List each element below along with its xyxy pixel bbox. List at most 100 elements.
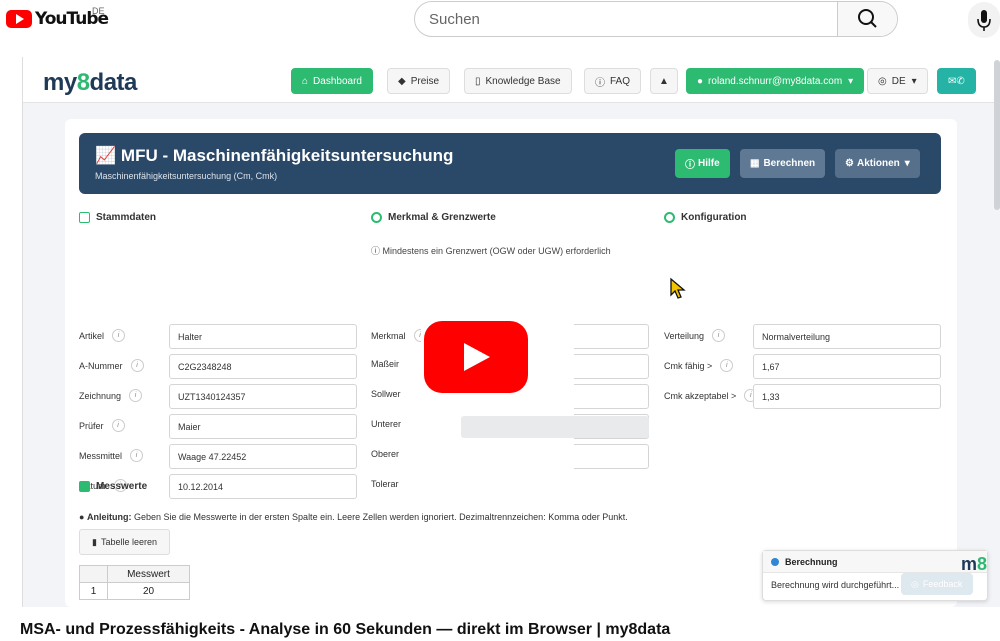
- contact-button[interactable]: ✉✆: [937, 68, 976, 94]
- messwerte-header: Messwerte: [79, 481, 147, 492]
- chart-icon: 📈: [95, 146, 117, 165]
- youtube-header: YouTube DE: [0, 0, 1000, 40]
- a-nummer-field[interactable]: C2G2348248: [169, 354, 357, 379]
- dashboard-label: Dashboard: [313, 75, 362, 87]
- sollwert-label: Sollwer: [371, 389, 401, 399]
- home-icon: ⌂: [302, 75, 309, 87]
- messwerte-table: Messwert 1 20: [79, 565, 190, 600]
- book-icon: ▯: [475, 75, 481, 87]
- info-icon[interactable]: i: [712, 329, 726, 342]
- hilfe-button[interactable]: ⓘ Hilfe: [675, 149, 730, 178]
- bell-icon: ▲: [659, 75, 669, 87]
- brand-eight: 8: [76, 69, 90, 96]
- language-button[interactable]: ◎ DE ▾: [867, 68, 928, 94]
- page-scrollbar[interactable]: [994, 60, 1000, 210]
- tabelle-leeren-label: Tabelle leeren: [100, 537, 157, 547]
- berechnen-button[interactable]: ▦ Berechnen: [740, 149, 826, 178]
- verteilung-label: Verteilung i: [664, 329, 726, 342]
- faq-label: FAQ: [610, 75, 631, 87]
- cmk-akzeptabel-label: Cmk akzeptabel > i: [664, 389, 758, 402]
- label-text: Zeichnung: [79, 390, 122, 401]
- label-text: Verteilung: [664, 330, 705, 341]
- pruefer-label: Prüfer i: [79, 419, 125, 432]
- messwert-cell[interactable]: 20: [107, 582, 190, 600]
- search-box: [414, 1, 898, 37]
- video-title[interactable]: MSA- und Prozessfähigkeits - Analyse in …: [20, 621, 670, 639]
- label-text: Merkmal: [371, 330, 406, 341]
- faq-button[interactable]: ⓘ FAQ: [584, 68, 642, 94]
- messwert-column-header: Messwert: [107, 565, 190, 583]
- knowledge-base-button[interactable]: ▯ Knowledge Base: [464, 68, 572, 94]
- info-icon[interactable]: i: [720, 359, 734, 372]
- konfiguration-title: Konfiguration: [681, 212, 747, 223]
- table-icon: [79, 481, 90, 492]
- mouse-cursor-icon: [670, 277, 686, 299]
- toast-title: Berechnung: [785, 556, 838, 567]
- help-icon: ⓘ: [685, 160, 695, 171]
- anleitung-text: ● Anleitung: Geben Sie die Messwerte in …: [79, 512, 628, 522]
- unterer-grenzwert-label: Unterer: [371, 419, 402, 429]
- cmk-akzeptabel-field[interactable]: 1,33: [753, 384, 941, 409]
- label-text: A-Nummer: [79, 360, 123, 371]
- info-icon[interactable]: i: [112, 329, 126, 342]
- gear-icon: ⚙: [845, 158, 854, 169]
- label-text: Messmittel: [79, 450, 123, 461]
- pruefer-field[interactable]: Maier: [169, 414, 357, 439]
- user-email: roland.schnurr@my8data.com: [708, 75, 843, 87]
- cmk-faehig-label: Cmk fähig > i: [664, 359, 734, 372]
- feedback-label: Feedback: [922, 579, 963, 589]
- zeichnung-field[interactable]: UZT1340124357: [169, 384, 357, 409]
- merkmal-hint-text: Mindestens ein Grenzwert (OGW oder UGW) …: [382, 246, 611, 256]
- merkmal-label: Merkmali: [371, 329, 427, 342]
- search-input[interactable]: [415, 2, 897, 36]
- aktionen-button[interactable]: ⚙ Aktionen ▾: [835, 149, 920, 178]
- feedback-button[interactable]: ◎ Feedback: [901, 573, 973, 595]
- label-text: Prüfer: [79, 420, 104, 431]
- toleranz-label: Tolerar: [371, 479, 399, 489]
- toast-message: Berechnung wird durchgeführt...: [771, 580, 900, 590]
- page-subtitle: Maschinenfähigkeitsuntersuchung (Cm, Cmk…: [95, 171, 278, 181]
- verteilung-select[interactable]: Normalverteilung: [753, 324, 941, 349]
- berechnen-label: Berechnen: [763, 158, 816, 169]
- messwerte-title: Messwerte: [96, 481, 148, 492]
- artikel-label: Artikel i: [79, 329, 126, 342]
- tabelle-leeren-button[interactable]: ▮ Tabelle leeren: [79, 529, 170, 555]
- table-header-row: Messwert: [79, 565, 190, 583]
- question-icon: ⓘ: [595, 77, 605, 89]
- dashboard-button[interactable]: ⌂ Dashboard: [291, 68, 373, 94]
- search-icon: [858, 9, 877, 28]
- row-index-header: [79, 565, 108, 583]
- row-index: 1: [79, 582, 108, 600]
- toleranz-field[interactable]: [461, 416, 649, 438]
- info-icon[interactable]: i: [129, 389, 143, 402]
- brand-logo[interactable]: my8data: [43, 69, 137, 97]
- knowledge-label: Knowledge Base: [485, 75, 561, 87]
- target-icon: [371, 212, 382, 223]
- video-play-button[interactable]: [424, 321, 528, 393]
- a-nummer-label: A-Nummer i: [79, 359, 144, 372]
- trash-icon: ▮: [92, 536, 97, 547]
- info-icon[interactable]: i: [130, 449, 144, 462]
- messmittel-field[interactable]: Waage 47.22452: [169, 444, 357, 469]
- mail-phone-icon: ✉✆: [948, 75, 965, 87]
- voice-search-button[interactable]: [968, 2, 1000, 38]
- stammdaten-title: Stammdaten: [96, 212, 157, 223]
- user-menu-button[interactable]: ● roland.schnurr@my8data.com ▾: [686, 68, 865, 94]
- chevron-down-icon: ▾: [911, 75, 917, 87]
- info-icon[interactable]: i: [130, 359, 144, 372]
- cmk-faehig-field[interactable]: 1,67: [753, 354, 941, 379]
- datum-field[interactable]: 10.12.2014: [169, 474, 357, 499]
- calculator-icon: ▦: [750, 158, 760, 169]
- notifications-button[interactable]: ▲: [650, 68, 678, 94]
- anleitung-body: Geben Sie die Messwerte in der ersten Sp…: [133, 512, 628, 522]
- info-icon[interactable]: i: [111, 419, 125, 432]
- search-button[interactable]: [837, 2, 897, 36]
- label-text: Cmk akzeptabel >: [664, 390, 737, 401]
- messmittel-label: Messmittel i: [79, 449, 144, 462]
- info-icon: ⓘ: [371, 246, 381, 256]
- preise-button[interactable]: ◆ Preise: [387, 68, 451, 94]
- artikel-field[interactable]: Halter: [169, 324, 357, 349]
- aktionen-label: Aktionen: [856, 158, 900, 169]
- page-banner: 📈 MFU - Maschinenfähigkeitsuntersuchung …: [79, 133, 941, 194]
- settings-icon: [664, 212, 675, 223]
